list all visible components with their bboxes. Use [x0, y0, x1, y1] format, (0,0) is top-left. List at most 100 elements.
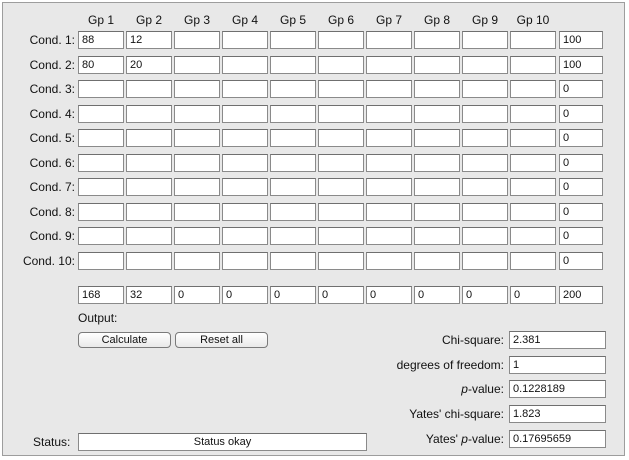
count-cell[interactable] — [318, 56, 364, 74]
count-cell[interactable] — [510, 203, 556, 221]
count-cell[interactable] — [270, 31, 316, 49]
column-total-cell[interactable]: 0 — [174, 286, 220, 304]
grand-total-cell[interactable]: 200 — [559, 286, 603, 304]
count-cell[interactable] — [462, 80, 508, 98]
count-cell[interactable] — [366, 80, 412, 98]
count-cell[interactable] — [510, 178, 556, 196]
count-cell[interactable] — [366, 203, 412, 221]
count-cell[interactable] — [222, 203, 268, 221]
count-cell[interactable] — [366, 178, 412, 196]
count-cell[interactable] — [510, 105, 556, 123]
column-total-cell[interactable]: 0 — [318, 286, 364, 304]
count-cell[interactable] — [174, 105, 220, 123]
count-cell[interactable] — [174, 56, 220, 74]
count-cell[interactable] — [414, 129, 460, 147]
yates-p-value-field[interactable]: 0.17695659 — [509, 430, 606, 448]
row-total-cell[interactable]: 0 — [559, 154, 603, 172]
count-cell[interactable] — [270, 203, 316, 221]
chi-square-field[interactable]: 2.381 — [509, 331, 606, 349]
count-cell[interactable] — [78, 252, 124, 270]
row-total-cell[interactable]: 0 — [559, 252, 603, 270]
column-total-cell[interactable]: 0 — [366, 286, 412, 304]
count-cell[interactable] — [366, 56, 412, 74]
count-cell[interactable] — [510, 56, 556, 74]
count-cell[interactable] — [366, 129, 412, 147]
count-cell[interactable] — [174, 80, 220, 98]
count-cell[interactable] — [174, 154, 220, 172]
row-total-cell[interactable]: 100 — [559, 56, 603, 74]
count-cell[interactable] — [174, 129, 220, 147]
degrees-of-freedom-field[interactable]: 1 — [509, 356, 606, 374]
count-cell[interactable] — [414, 31, 460, 49]
count-cell[interactable] — [222, 31, 268, 49]
count-cell[interactable] — [510, 227, 556, 245]
row-total-cell[interactable]: 0 — [559, 203, 603, 221]
count-cell[interactable] — [366, 154, 412, 172]
count-cell[interactable]: 12 — [126, 31, 172, 49]
count-cell[interactable] — [126, 178, 172, 196]
count-cell[interactable] — [510, 31, 556, 49]
count-cell[interactable] — [414, 105, 460, 123]
calculate-button[interactable]: Calculate — [78, 332, 171, 348]
count-cell[interactable]: 80 — [78, 56, 124, 74]
count-cell[interactable] — [78, 105, 124, 123]
count-cell[interactable] — [174, 227, 220, 245]
count-cell[interactable] — [510, 80, 556, 98]
row-total-cell[interactable]: 0 — [559, 80, 603, 98]
count-cell[interactable] — [462, 154, 508, 172]
count-cell[interactable] — [222, 227, 268, 245]
count-cell[interactable] — [222, 56, 268, 74]
row-total-cell[interactable]: 0 — [559, 178, 603, 196]
count-cell[interactable] — [270, 154, 316, 172]
count-cell[interactable] — [414, 203, 460, 221]
count-cell[interactable] — [270, 178, 316, 196]
count-cell[interactable] — [366, 105, 412, 123]
count-cell[interactable] — [414, 56, 460, 74]
count-cell[interactable] — [318, 105, 364, 123]
count-cell[interactable] — [318, 31, 364, 49]
count-cell[interactable] — [414, 227, 460, 245]
count-cell[interactable] — [270, 56, 316, 74]
count-cell[interactable] — [510, 252, 556, 270]
count-cell[interactable] — [414, 154, 460, 172]
count-cell[interactable] — [318, 252, 364, 270]
column-total-cell[interactable]: 0 — [222, 286, 268, 304]
count-cell[interactable] — [318, 80, 364, 98]
count-cell[interactable] — [78, 178, 124, 196]
count-cell[interactable]: 20 — [126, 56, 172, 74]
count-cell[interactable] — [270, 129, 316, 147]
count-cell[interactable] — [462, 203, 508, 221]
count-cell[interactable]: 88 — [78, 31, 124, 49]
count-cell[interactable] — [462, 227, 508, 245]
count-cell[interactable] — [126, 227, 172, 245]
row-total-cell[interactable]: 0 — [559, 105, 603, 123]
column-total-cell[interactable]: 0 — [462, 286, 508, 304]
count-cell[interactable] — [126, 105, 172, 123]
count-cell[interactable] — [270, 252, 316, 270]
row-total-cell[interactable]: 0 — [559, 227, 603, 245]
count-cell[interactable] — [510, 129, 556, 147]
count-cell[interactable] — [174, 203, 220, 221]
count-cell[interactable] — [174, 31, 220, 49]
count-cell[interactable] — [174, 252, 220, 270]
count-cell[interactable] — [78, 154, 124, 172]
row-total-cell[interactable]: 100 — [559, 31, 603, 49]
count-cell[interactable] — [318, 154, 364, 172]
count-cell[interactable] — [462, 105, 508, 123]
count-cell[interactable] — [510, 154, 556, 172]
count-cell[interactable] — [222, 252, 268, 270]
count-cell[interactable] — [222, 105, 268, 123]
count-cell[interactable] — [366, 31, 412, 49]
count-cell[interactable] — [414, 178, 460, 196]
count-cell[interactable] — [126, 252, 172, 270]
count-cell[interactable] — [78, 80, 124, 98]
count-cell[interactable] — [318, 129, 364, 147]
column-total-cell[interactable]: 32 — [126, 286, 172, 304]
count-cell[interactable] — [270, 227, 316, 245]
count-cell[interactable] — [318, 227, 364, 245]
count-cell[interactable] — [222, 80, 268, 98]
reset-all-button[interactable]: Reset all — [175, 332, 268, 348]
count-cell[interactable] — [222, 178, 268, 196]
count-cell[interactable] — [462, 129, 508, 147]
yates-chi-square-field[interactable]: 1.823 — [509, 405, 606, 423]
